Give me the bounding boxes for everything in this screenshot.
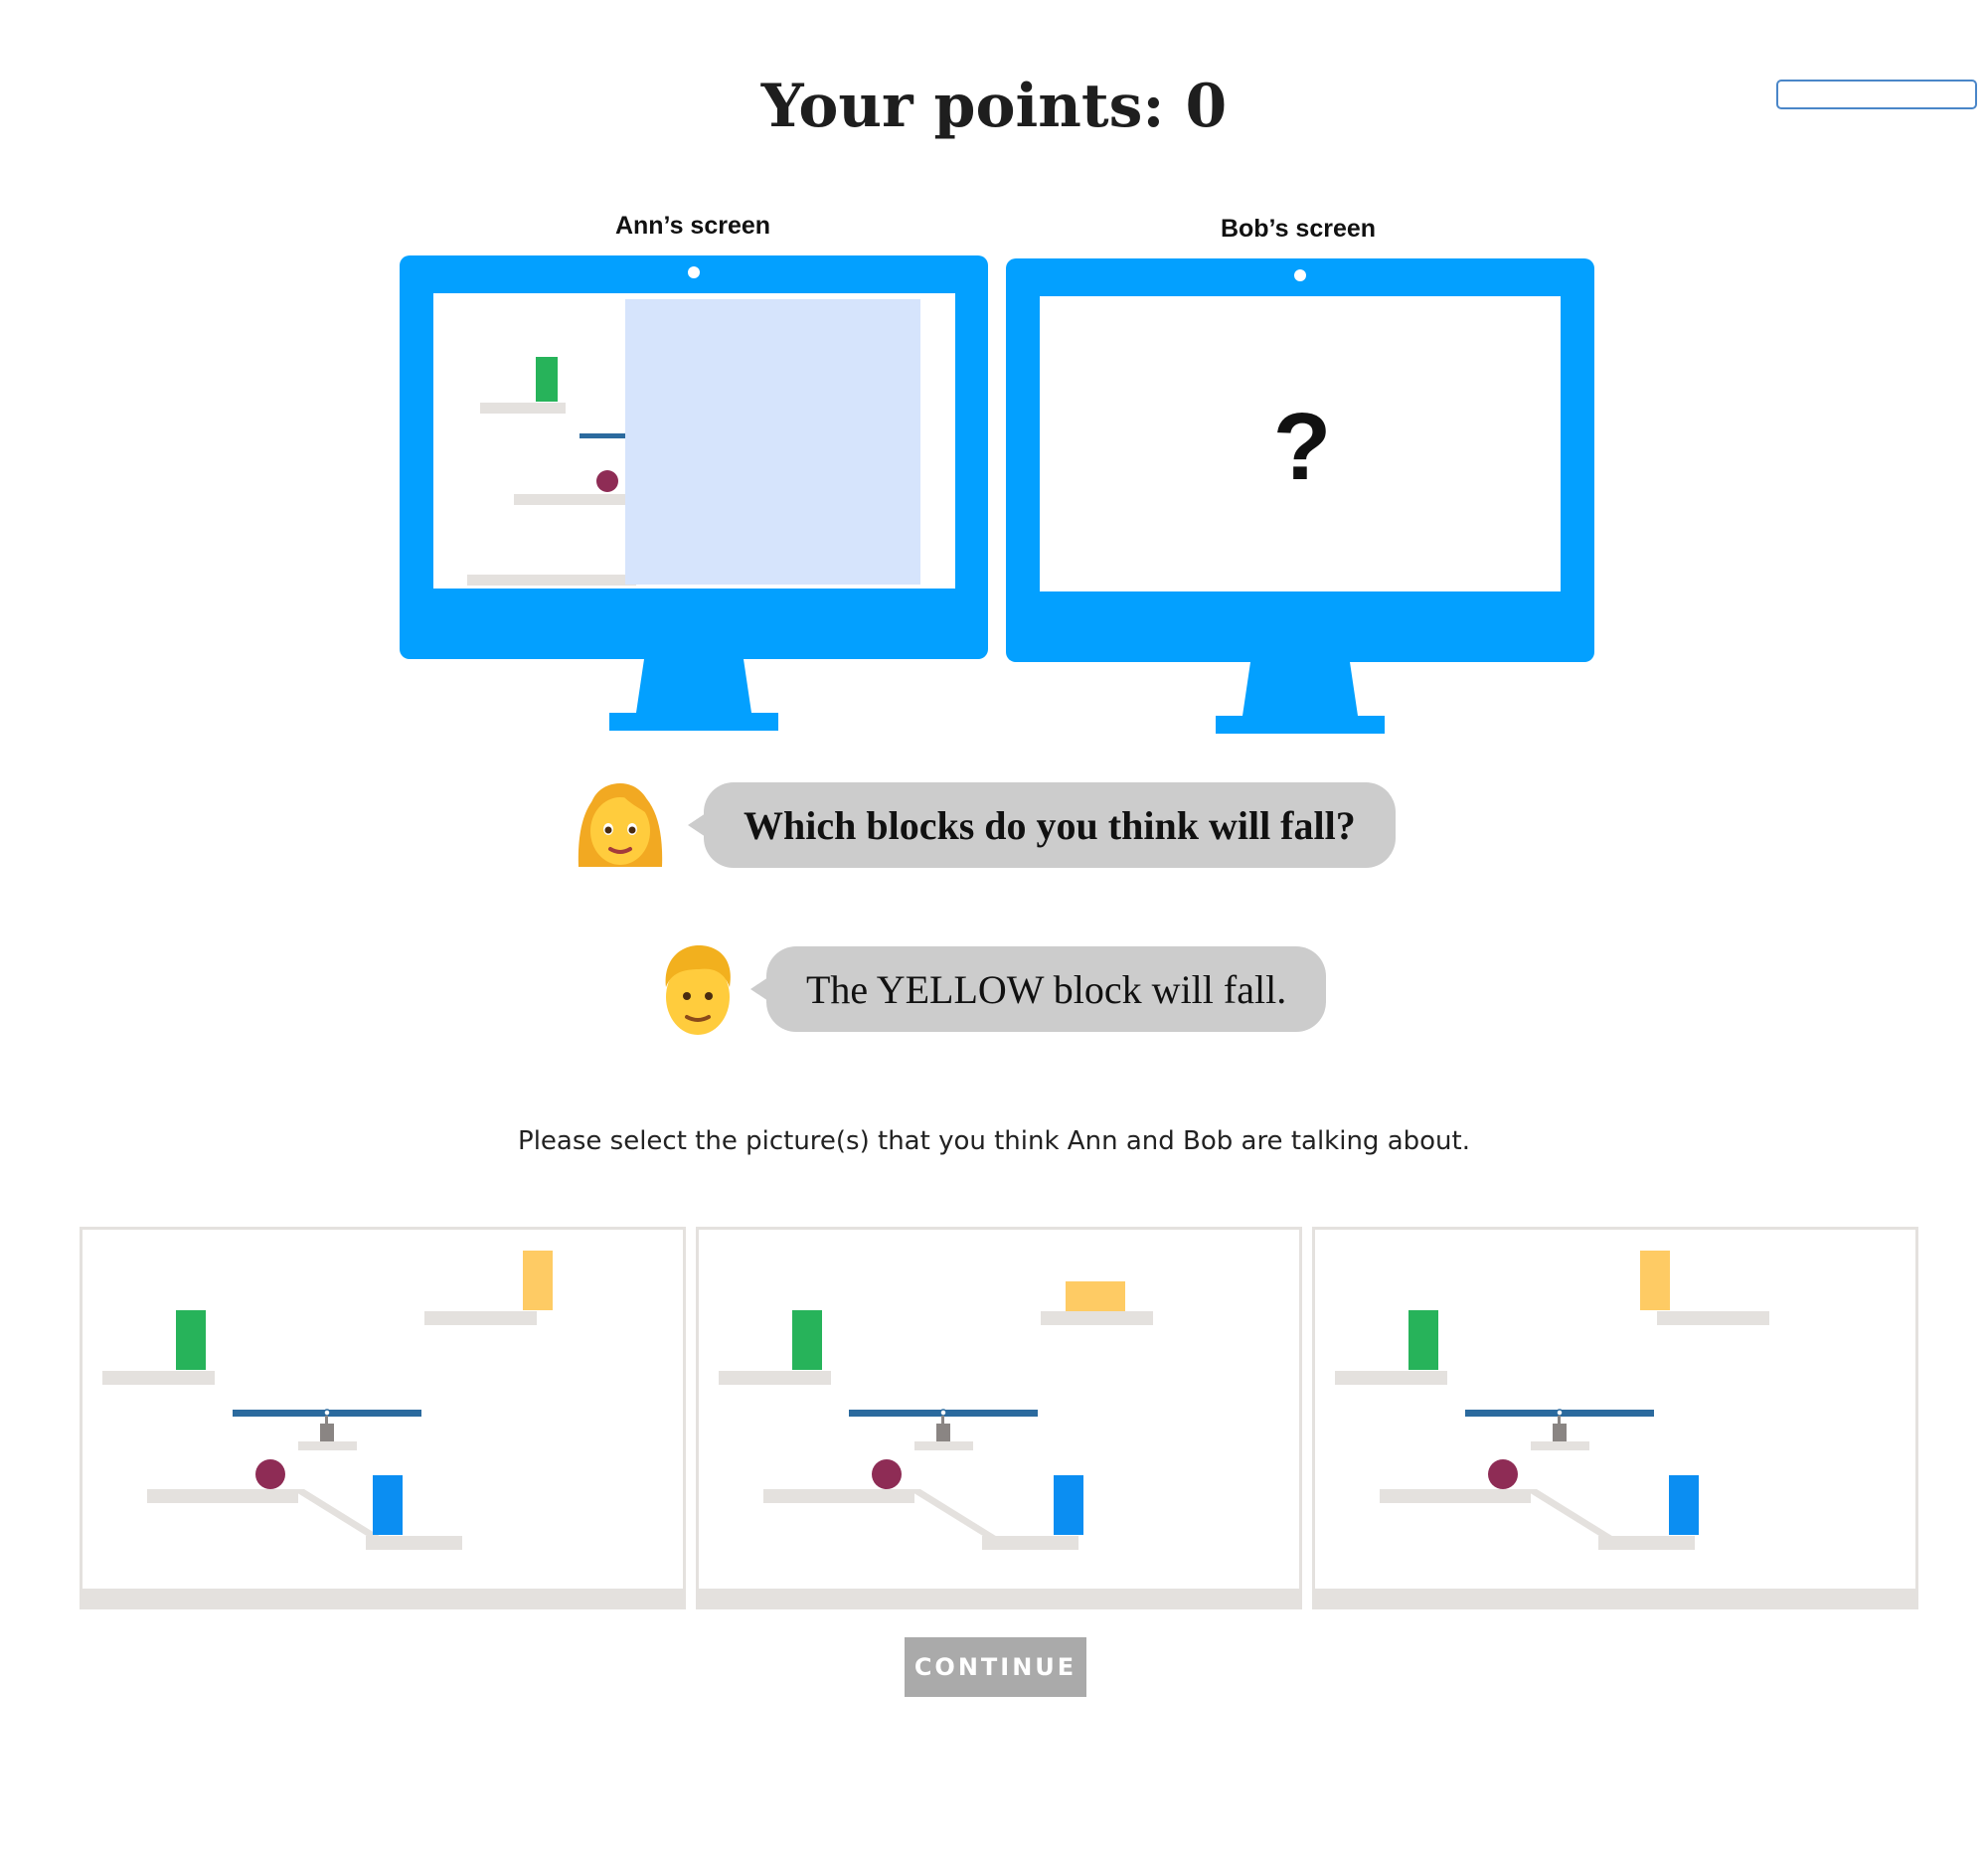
choice-picture-1[interactable]: [80, 1227, 686, 1609]
ann-speech-bubble: Which blocks do you think will fall?: [688, 782, 1396, 868]
man-emoji-icon: [665, 945, 731, 1035]
yellow-block: [1640, 1251, 1670, 1310]
occluder: [625, 299, 920, 585]
ball: [872, 1459, 902, 1489]
bob-message-row: The YELLOW block will fall.: [653, 939, 1327, 1039]
ball: [596, 470, 618, 492]
blue-block: [373, 1475, 403, 1535]
yellow-block: [1066, 1281, 1125, 1311]
bob-screen-label: Bob’s screen: [1220, 215, 1377, 243]
green-block: [1408, 1310, 1438, 1370]
ann-message-row: Which blocks do you think will fall?: [571, 775, 1396, 875]
top-right-input[interactable]: [1776, 80, 1977, 109]
choice-picture-3[interactable]: [1312, 1227, 1918, 1609]
bob-question-mark: ?: [1272, 394, 1332, 500]
ball: [1488, 1459, 1518, 1489]
bob-speech-bubble: The YELLOW block will fall.: [749, 946, 1327, 1032]
blue-block: [1669, 1475, 1699, 1535]
instruction-text: Please select the picture(s) that you th…: [518, 1126, 1470, 1156]
points-title: Your points: 0: [760, 72, 1228, 141]
ann-monitor: [400, 255, 988, 731]
ball: [255, 1459, 285, 1489]
woman-emoji-icon: [578, 783, 663, 867]
green-block: [536, 357, 558, 402]
yellow-block: [523, 1251, 553, 1310]
choice-picture-2[interactable]: [696, 1227, 1302, 1609]
ann-screen-label: Ann’s screen: [614, 212, 771, 240]
green-block: [792, 1310, 822, 1370]
green-block: [176, 1310, 206, 1370]
continue-button[interactable]: CONTINUE: [905, 1637, 1086, 1697]
blue-block: [1054, 1475, 1083, 1535]
